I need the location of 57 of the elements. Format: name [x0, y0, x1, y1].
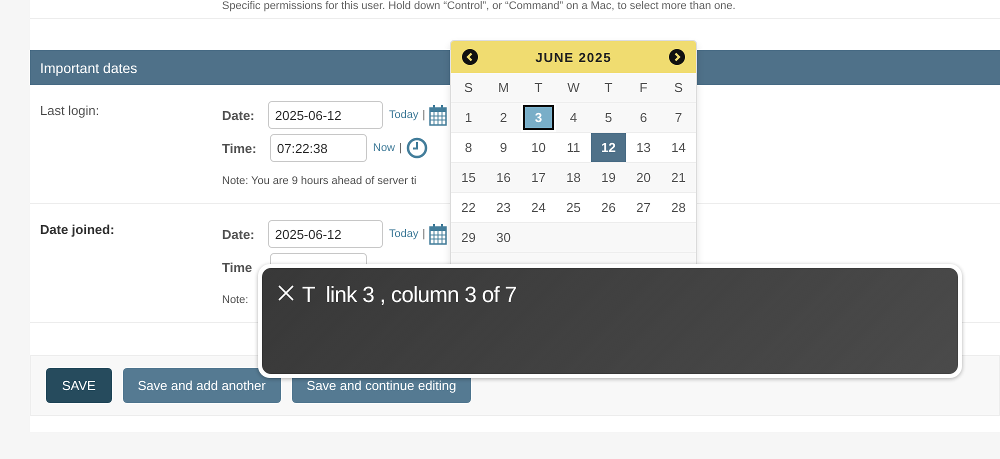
- month-title: JUNE 2025: [535, 50, 612, 64]
- help-text: Note: You are 9 hours ahead of server ti: [222, 175, 416, 187]
- field-label: Last login:: [40, 102, 100, 120]
- submit-button[interactable]: Save and add another: [122, 368, 281, 403]
- day-cell[interactable]: 8: [451, 133, 486, 162]
- caption-text: T link 3 , column 3 of 7: [302, 282, 517, 308]
- day-cell[interactable]: 9: [486, 133, 521, 162]
- date-field[interactable]: 2025-06-12: [268, 220, 383, 248]
- day-cell[interactable]: 10: [521, 133, 556, 162]
- day-cell[interactable]: 17: [521, 163, 556, 192]
- day-cell[interactable]: 12: [591, 133, 626, 162]
- day-cell[interactable]: 13: [626, 133, 661, 162]
- help-text: Note:: [222, 294, 248, 306]
- day-cell[interactable]: 19: [591, 163, 626, 192]
- day-cell[interactable]: 22: [451, 193, 486, 222]
- day-cell[interactable]: 29: [451, 223, 486, 252]
- day-cell[interactable]: 21: [661, 163, 696, 192]
- day-cell[interactable]: 20: [626, 163, 661, 192]
- close-icon[interactable]: [278, 285, 294, 301]
- separator: |: [422, 228, 426, 240]
- day-cell[interactable]: 4: [556, 103, 591, 132]
- day-cell[interactable]: 18: [556, 163, 591, 192]
- previous-icon[interactable]: [462, 49, 478, 65]
- date-field[interactable]: 2025-06-12: [268, 101, 383, 129]
- next-icon[interactable]: [669, 49, 685, 65]
- day-cell[interactable]: 2: [486, 103, 521, 132]
- day-cell[interactable]: 6: [626, 103, 661, 132]
- now-link[interactable]: Now: [373, 142, 396, 154]
- today-link[interactable]: Today: [389, 109, 418, 121]
- save-button[interactable]: SAVE: [46, 368, 112, 403]
- separator: |: [399, 142, 402, 154]
- help-text: Specific permissions for this user. Hold down “Control”, or “Command” on a Mac, to select more than one.: [30, 0, 1000, 19]
- day-cell[interactable]: 26: [591, 193, 626, 222]
- field-label: Time:: [222, 140, 258, 156]
- calendar-icon[interactable]: [429, 223, 448, 245]
- field-label: Date:: [222, 108, 256, 122]
- field-label: Date joined:: [40, 221, 116, 239]
- day-cell[interactable]: 1: [451, 103, 486, 132]
- day-cell[interactable]: 23: [486, 193, 521, 222]
- time-field[interactable]: 07:22:38: [270, 134, 367, 162]
- day-cell[interactable]: 24: [521, 193, 556, 222]
- day-cell[interactable]: 16: [486, 163, 521, 192]
- day-cell[interactable]: 27: [626, 193, 661, 222]
- clock-icon[interactable]: [406, 137, 428, 159]
- day-cell[interactable]: 28: [661, 193, 696, 222]
- field-label: Date:: [222, 226, 256, 242]
- day-cell[interactable]: 25: [556, 193, 591, 222]
- day-cell[interactable]: 5: [591, 103, 626, 132]
- today-link[interactable]: Today: [389, 228, 418, 240]
- day-cell[interactable]: 11: [556, 133, 591, 162]
- day-cell[interactable]: 14: [661, 133, 696, 162]
- day-cell[interactable]: 15: [451, 163, 486, 192]
- day-cell[interactable]: 30: [486, 223, 521, 252]
- calendar-icon[interactable]: [429, 104, 448, 126]
- separator: |: [422, 109, 426, 121]
- field-label: Time: [222, 260, 254, 274]
- day-cell[interactable]: 7: [661, 103, 696, 132]
